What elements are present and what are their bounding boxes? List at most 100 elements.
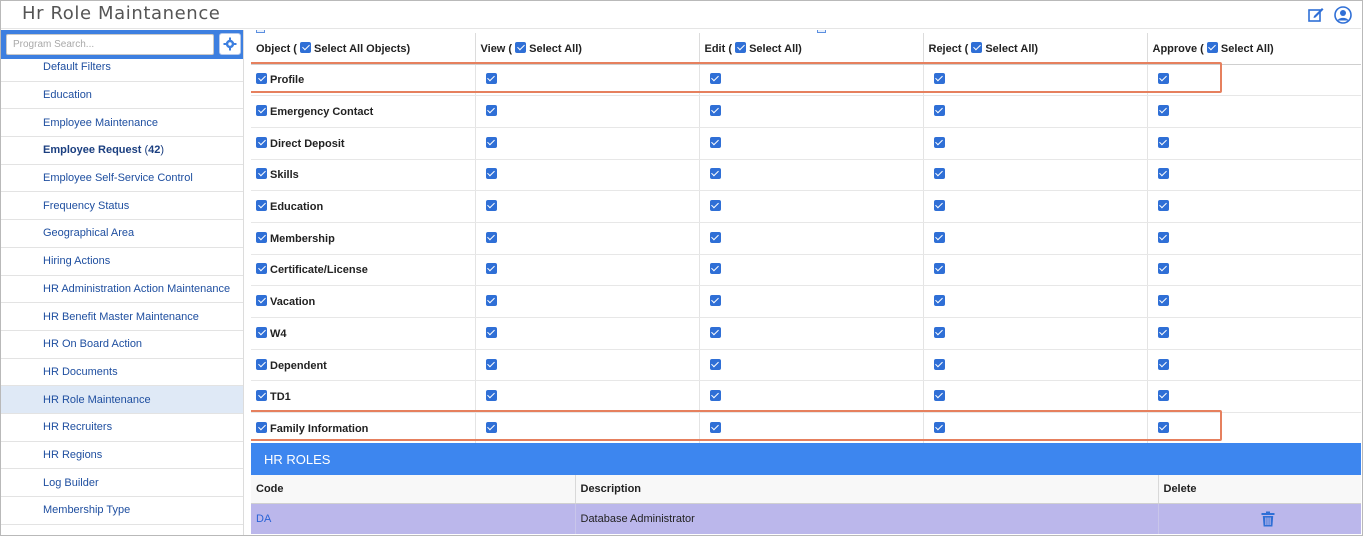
approve-checkbox-emergency-contact[interactable] xyxy=(1157,105,1169,117)
approve-checkbox-vacation[interactable] xyxy=(1157,295,1169,307)
edit-checkbox-certificate-license[interactable] xyxy=(709,263,721,275)
reject-checkbox-dependent[interactable] xyxy=(933,358,945,370)
edit-checkbox-dependent[interactable] xyxy=(709,358,721,370)
approve-checkbox-profile[interactable] xyxy=(1157,73,1169,85)
sidebar-item-membership-type[interactable]: Membership Type xyxy=(1,497,243,525)
approve-checkbox-dependent[interactable] xyxy=(1157,358,1169,370)
object-checkbox-skills[interactable] xyxy=(256,168,267,180)
role-row[interactable]: DA Database Administrator xyxy=(251,503,1361,534)
object-checkbox-emergency-contact[interactable] xyxy=(256,105,267,117)
view-checkbox-td1[interactable] xyxy=(485,390,497,402)
select-all-objects-checkbox[interactable] xyxy=(300,41,312,53)
sidebar-item-hiring-actions[interactable]: Hiring Actions xyxy=(1,248,243,276)
edit-checkbox-td1[interactable] xyxy=(709,390,721,402)
view-checkbox-membership[interactable] xyxy=(485,231,497,243)
reject-checkbox-vacation[interactable] xyxy=(933,295,945,307)
sidebar-item-employee-maintenance[interactable]: Employee Maintenance xyxy=(1,109,243,138)
role-code-link[interactable]: DA xyxy=(251,503,576,534)
view-checkbox-w4[interactable] xyxy=(485,326,497,338)
reject-checkbox-skills[interactable] xyxy=(933,168,945,180)
object-checkbox-family-information[interactable] xyxy=(256,421,267,433)
view-checkbox-certificate-license[interactable] xyxy=(485,263,497,275)
object-checkbox-dependent[interactable] xyxy=(256,358,267,370)
object-checkbox-certificate-license[interactable] xyxy=(256,263,267,275)
reject-checkbox-education[interactable] xyxy=(933,200,945,212)
edit-checkbox-direct-deposit[interactable] xyxy=(709,136,721,148)
select-all-reject-checkbox[interactable] xyxy=(971,41,983,53)
title-bar: Hr Role Maintanence xyxy=(1,1,1361,29)
reject-checkbox-membership[interactable] xyxy=(933,231,945,243)
edit-checkbox-w4[interactable] xyxy=(709,326,721,338)
code-column-header[interactable]: Code xyxy=(251,475,576,504)
object-checkbox-education[interactable] xyxy=(256,200,267,212)
select-all-objects-label: Select All Objects) xyxy=(314,42,411,55)
edit-cell xyxy=(699,349,924,382)
reject-checkbox-w4[interactable] xyxy=(933,326,945,338)
view-checkbox-direct-deposit[interactable] xyxy=(485,136,497,148)
reject-checkbox-family-information[interactable] xyxy=(933,421,945,433)
sidebar-item-hr-documents[interactable]: HR Documents xyxy=(1,359,243,387)
sidebar-item-frequency-status[interactable]: Frequency Status xyxy=(1,192,243,221)
sidebar-item-employee-self-service-control[interactable]: Employee Self-Service Control xyxy=(1,165,243,193)
reject-cell xyxy=(923,95,1148,128)
sidebar-item-employee-request[interactable]: Employee Request (42) xyxy=(1,137,243,165)
view-checkbox-emergency-contact[interactable] xyxy=(485,105,497,117)
sidebar-item-hr-role-maintenance[interactable]: HR Role Maintenance xyxy=(1,386,243,414)
sidebar-item-hr-administration-action-maintenance[interactable]: HR Administration Action Maintenance xyxy=(1,276,243,304)
reject-checkbox-td1[interactable] xyxy=(933,390,945,402)
edit-checkbox-emergency-contact[interactable] xyxy=(709,105,721,117)
object-checkbox-w4[interactable] xyxy=(256,326,267,338)
view-checkbox-vacation[interactable] xyxy=(485,295,497,307)
select-all-edit-checkbox[interactable] xyxy=(735,41,747,53)
approve-checkbox-membership[interactable] xyxy=(1157,231,1169,243)
description-column-header[interactable]: Description xyxy=(575,475,1159,504)
search-settings-button[interactable] xyxy=(219,33,241,55)
approve-cell xyxy=(1147,127,1361,160)
edit-cell xyxy=(699,127,924,160)
object-checkbox-membership[interactable] xyxy=(256,231,267,243)
object-checkbox-direct-deposit[interactable] xyxy=(256,136,267,148)
edit-checkbox-profile[interactable] xyxy=(709,73,721,85)
sidebar-item-log-builder[interactable]: Log Builder xyxy=(1,469,243,497)
trash-icon[interactable] xyxy=(1261,511,1275,527)
sidebar-item-geographical-area[interactable]: Geographical Area xyxy=(1,220,243,248)
reject-checkbox-direct-deposit[interactable] xyxy=(933,136,945,148)
view-checkbox-dependent[interactable] xyxy=(485,358,497,370)
approve-cell xyxy=(1147,64,1361,97)
sidebar-item-hr-recruiters[interactable]: HR Recruiters xyxy=(1,414,243,442)
reject-cell xyxy=(923,317,1148,350)
permission-row-td1: TD1 xyxy=(251,380,1361,414)
edit-checkbox-family-information[interactable] xyxy=(709,421,721,433)
view-checkbox-profile[interactable] xyxy=(485,73,497,85)
reject-checkbox-certificate-license[interactable] xyxy=(933,263,945,275)
user-icon[interactable] xyxy=(1334,6,1352,24)
edit-checkbox-skills[interactable] xyxy=(709,168,721,180)
approve-checkbox-direct-deposit[interactable] xyxy=(1157,136,1169,148)
view-checkbox-family-information[interactable] xyxy=(485,421,497,433)
reject-checkbox-emergency-contact[interactable] xyxy=(933,105,945,117)
approve-checkbox-td1[interactable] xyxy=(1157,390,1169,402)
sidebar-item-hr-on-board-action[interactable]: HR On Board Action xyxy=(1,331,243,359)
reject-checkbox-profile[interactable] xyxy=(933,73,945,85)
approve-checkbox-w4[interactable] xyxy=(1157,326,1169,338)
reject-column-header: Reject ( Select All) xyxy=(923,33,1148,65)
approve-checkbox-certificate-license[interactable] xyxy=(1157,263,1169,275)
object-checkbox-td1[interactable] xyxy=(256,390,267,402)
approve-checkbox-education[interactable] xyxy=(1157,200,1169,212)
edit-checkbox-membership[interactable] xyxy=(709,231,721,243)
edit-checkbox-education[interactable] xyxy=(709,200,721,212)
approve-checkbox-family-information[interactable] xyxy=(1157,421,1169,433)
view-checkbox-education[interactable] xyxy=(485,200,497,212)
object-checkbox-profile[interactable] xyxy=(256,73,267,85)
edit-icon[interactable] xyxy=(1307,6,1325,24)
select-all-approve-checkbox[interactable] xyxy=(1206,41,1218,53)
sidebar-item-hr-regions[interactable]: HR Regions xyxy=(1,442,243,470)
sidebar-item-hr-benefit-master-maintenance[interactable]: HR Benefit Master Maintenance xyxy=(1,303,243,331)
approve-checkbox-skills[interactable] xyxy=(1157,168,1169,180)
edit-checkbox-vacation[interactable] xyxy=(709,295,721,307)
select-all-view-checkbox[interactable] xyxy=(515,41,527,53)
sidebar-item-education[interactable]: Education xyxy=(1,82,243,110)
object-checkbox-vacation[interactable] xyxy=(256,295,267,307)
view-checkbox-skills[interactable] xyxy=(485,168,497,180)
program-search-input[interactable] xyxy=(6,34,214,55)
